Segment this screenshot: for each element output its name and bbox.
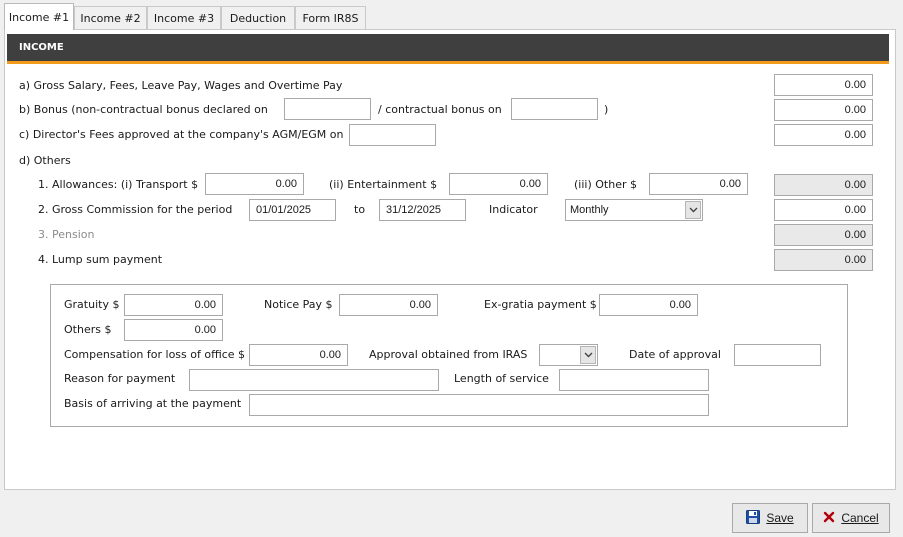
bonus-noncontractual-date-field[interactable] xyxy=(284,98,371,120)
commission-total[interactable]: 0.00 xyxy=(774,199,873,221)
chevron-down-icon[interactable] xyxy=(580,346,596,364)
tab-form-ir8s[interactable]: Form IR8S xyxy=(295,6,366,29)
other-allowance-input[interactable]: 0.00 xyxy=(649,173,748,195)
cancel-label: Cancel xyxy=(841,511,879,525)
directors-fees-label: c) Director's Fees approved at the compa… xyxy=(19,128,344,141)
bonus-label: b) Bonus (non-contractual bonus declared… xyxy=(19,103,268,116)
pension-label: 3. Pension xyxy=(38,228,95,241)
iras-approval-label: Approval obtained from IRAS xyxy=(369,348,528,361)
approval-date-label: Date of approval xyxy=(629,348,721,361)
commission-from-date-field[interactable]: 01/01/2025 xyxy=(249,199,336,221)
other-allowance-label: (iii) Other $ xyxy=(574,178,637,191)
floppy-disk-icon xyxy=(746,509,761,527)
allowances-total: 0.00 xyxy=(774,174,873,196)
save-label: Save xyxy=(766,511,794,525)
ex-gratia-input[interactable]: 0.00 xyxy=(599,294,698,316)
reason-input[interactable] xyxy=(189,369,439,391)
gratuity-label: Gratuity $ xyxy=(64,298,120,311)
lump-sum-label: 4. Lump sum payment xyxy=(38,253,163,266)
length-of-service-input[interactable] xyxy=(559,369,709,391)
bonus-total[interactable]: 0.00 xyxy=(774,99,873,121)
commission-to-date-field[interactable]: 31/12/2025 xyxy=(379,199,466,221)
reason-label: Reason for payment xyxy=(64,372,176,385)
basis-label: Basis of arriving at the payment xyxy=(64,397,242,410)
others-payment-label: Others $ xyxy=(64,323,112,336)
allowances-transport-label: 1. Allowances: (i) Transport $ xyxy=(38,178,199,191)
bonus-contractual-date-field[interactable] xyxy=(511,98,598,120)
directors-fees-total[interactable]: 0.00 xyxy=(774,124,873,146)
gross-salary-label: a) Gross Salary, Fees, Leave Pay, Wages … xyxy=(19,79,343,92)
indicator-value: Monthly xyxy=(570,204,609,216)
notice-pay-input[interactable]: 0.00 xyxy=(339,294,438,316)
x-icon xyxy=(823,511,835,526)
notice-pay-label: Notice Pay $ xyxy=(264,298,333,311)
chevron-down-icon[interactable] xyxy=(685,201,701,219)
length-of-service-label: Length of service xyxy=(454,372,549,385)
basis-input[interactable] xyxy=(249,394,709,416)
transport-allowance-input[interactable]: 0.00 xyxy=(205,173,304,195)
pension-total: 0.00 xyxy=(774,224,873,246)
entertainment-label: (ii) Entertainment $ xyxy=(329,178,438,191)
directors-fees-date-field[interactable] xyxy=(349,124,436,146)
others-payment-input[interactable]: 0.00 xyxy=(124,319,223,341)
tab-income-2[interactable]: Income #2 xyxy=(74,6,147,29)
gratuity-input[interactable]: 0.00 xyxy=(124,294,223,316)
section-title: INCOME xyxy=(19,42,64,53)
compensation-label: Compensation for loss of office $ xyxy=(64,348,246,361)
entertainment-allowance-input[interactable]: 0.00 xyxy=(449,173,548,195)
tab-income-1[interactable]: Income #1 xyxy=(4,3,74,30)
iras-approval-select[interactable] xyxy=(539,344,598,366)
commission-to-label: to xyxy=(354,203,366,216)
contractual-bonus-label: / contractual bonus on xyxy=(378,103,502,116)
ex-gratia-label: Ex-gratia payment $ xyxy=(484,298,597,311)
compensation-input[interactable]: 0.00 xyxy=(249,344,348,366)
indicator-label: Indicator xyxy=(489,203,538,216)
approval-date-field[interactable] xyxy=(734,344,821,366)
bonus-close-paren: ) xyxy=(604,103,609,116)
cancel-button[interactable]: Cancel xyxy=(812,503,890,533)
save-button[interactable]: Save xyxy=(732,503,808,533)
others-label: d) Others xyxy=(19,154,71,167)
lump-sum-total: 0.00 xyxy=(774,249,873,271)
tab-income-3[interactable]: Income #3 xyxy=(147,6,221,29)
tab-deduction[interactable]: Deduction xyxy=(221,6,295,29)
gross-salary-total[interactable]: 0.00 xyxy=(774,74,873,96)
indicator-select[interactable]: Monthly xyxy=(565,199,703,221)
section-header: INCOME xyxy=(7,34,889,64)
gross-commission-label: 2. Gross Commission for the period xyxy=(38,203,233,216)
